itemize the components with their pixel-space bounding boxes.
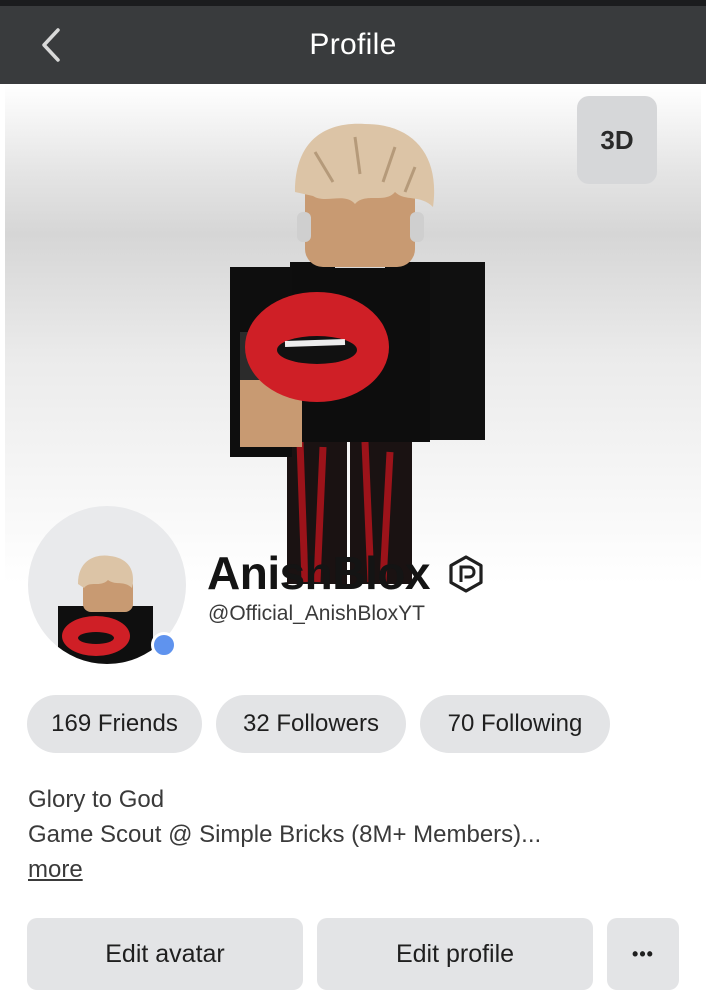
display-name: AnishBlox: [207, 547, 430, 599]
online-status-indicator: [151, 632, 177, 658]
top-nav-bar: Profile: [0, 6, 706, 84]
bio-line: Game Scout @ Simple Bricks (8M+ Members)…: [28, 821, 542, 848]
view-3d-button[interactable]: 3D: [577, 96, 657, 184]
friends-count-button[interactable]: 169 Friends: [27, 695, 202, 753]
page-title: Profile: [309, 28, 397, 61]
bio-line: Glory to God: [28, 786, 165, 813]
username: @Official_AnishBloxYT: [208, 602, 426, 625]
followers-count-button[interactable]: 32 Followers: [216, 695, 406, 753]
avatar-full-body-image: [230, 123, 485, 584]
edit-avatar-button[interactable]: Edit avatar: [27, 918, 303, 990]
edit-profile-button[interactable]: Edit profile: [317, 918, 593, 990]
following-count-button[interactable]: 70 Following: [420, 695, 610, 753]
premium-badge-icon: [449, 555, 483, 593]
bio-more-link[interactable]: more: [28, 856, 83, 884]
more-options-button[interactable]: •••: [607, 918, 679, 990]
